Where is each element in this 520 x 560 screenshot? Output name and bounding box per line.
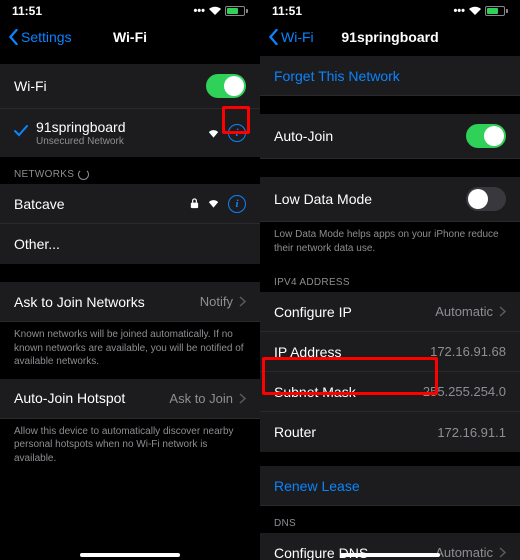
status-icons: ••• <box>453 5 508 17</box>
network-sub: Unsecured Network <box>36 136 201 147</box>
wifi-toggle[interactable] <box>206 74 246 98</box>
renew-lease-row[interactable]: Renew Lease <box>260 466 520 506</box>
lock-icon <box>188 198 201 209</box>
wifi-signal-icon <box>207 128 220 139</box>
network-name: 91springboard <box>36 119 201 135</box>
wifi-label: Wi-Fi <box>14 78 206 94</box>
chevron-right-icon <box>499 547 506 558</box>
network-detail-screen: 11:51 ••• Wi-Fi 91springboard Forget Thi… <box>260 0 520 560</box>
forget-network-row[interactable]: Forget This Network <box>260 56 520 96</box>
chevron-right-icon <box>499 306 506 317</box>
router-row: Router 172.16.91.1 <box>260 412 520 452</box>
low-data-toggle[interactable] <box>466 187 506 211</box>
connected-network-row[interactable]: 91springboard Unsecured Network i <box>0 109 260 157</box>
auto-join-row[interactable]: Auto-Join <box>260 114 520 159</box>
wifi-toggle-row[interactable]: Wi-Fi <box>0 64 260 109</box>
ask-to-join-row[interactable]: Ask to Join Networks Notify <box>0 282 260 322</box>
auto-join-hotspot-row[interactable]: Auto-Join Hotspot Ask to Join <box>0 379 260 419</box>
networks-header: NETWORKS <box>0 157 260 184</box>
network-row-other[interactable]: Other... <box>0 224 260 264</box>
home-indicator <box>340 553 440 557</box>
status-bar: 11:51 ••• <box>260 0 520 20</box>
configure-ip-row[interactable]: Configure IP Automatic <box>260 292 520 332</box>
status-time: 11:51 <box>272 4 302 18</box>
nav-bar: Wi-Fi 91springboard <box>260 20 520 56</box>
subnet-mask-row: Subnet Mask 255.255.254.0 <box>260 372 520 412</box>
back-label: Settings <box>21 29 72 45</box>
spinner-icon <box>78 169 89 180</box>
check-icon <box>14 124 28 142</box>
wifi-settings-screen: 11:51 ••• Settings Wi-Fi Wi-Fi 91springb… <box>0 0 260 560</box>
dns-header: DNS <box>260 506 520 533</box>
info-icon[interactable]: i <box>228 195 246 213</box>
low-data-footer: Low Data Mode helps apps on your iPhone … <box>260 222 520 265</box>
home-indicator <box>80 553 180 557</box>
status-time: 11:51 <box>12 4 42 18</box>
nav-bar: Settings Wi-Fi <box>0 20 260 56</box>
auto-join-toggle[interactable] <box>466 124 506 148</box>
hotspot-footer: Allow this device to automatically disco… <box>0 419 260 476</box>
chevron-right-icon <box>239 393 246 404</box>
network-row-batcave[interactable]: Batcave i <box>0 184 260 224</box>
back-button[interactable]: Settings <box>8 29 72 45</box>
chevron-right-icon <box>239 296 246 307</box>
info-icon[interactable]: i <box>228 124 246 142</box>
back-label: Wi-Fi <box>281 29 314 45</box>
ask-footer: Known networks will be joined automatica… <box>0 322 260 379</box>
back-button[interactable]: Wi-Fi <box>268 29 314 45</box>
low-data-mode-row[interactable]: Low Data Mode <box>260 177 520 222</box>
wifi-signal-icon <box>207 198 220 209</box>
ip-address-row: IP Address 172.16.91.68 <box>260 332 520 372</box>
ipv4-header: IPV4 ADDRESS <box>260 265 520 292</box>
status-icons: ••• <box>193 5 248 17</box>
status-bar: 11:51 ••• <box>0 0 260 20</box>
